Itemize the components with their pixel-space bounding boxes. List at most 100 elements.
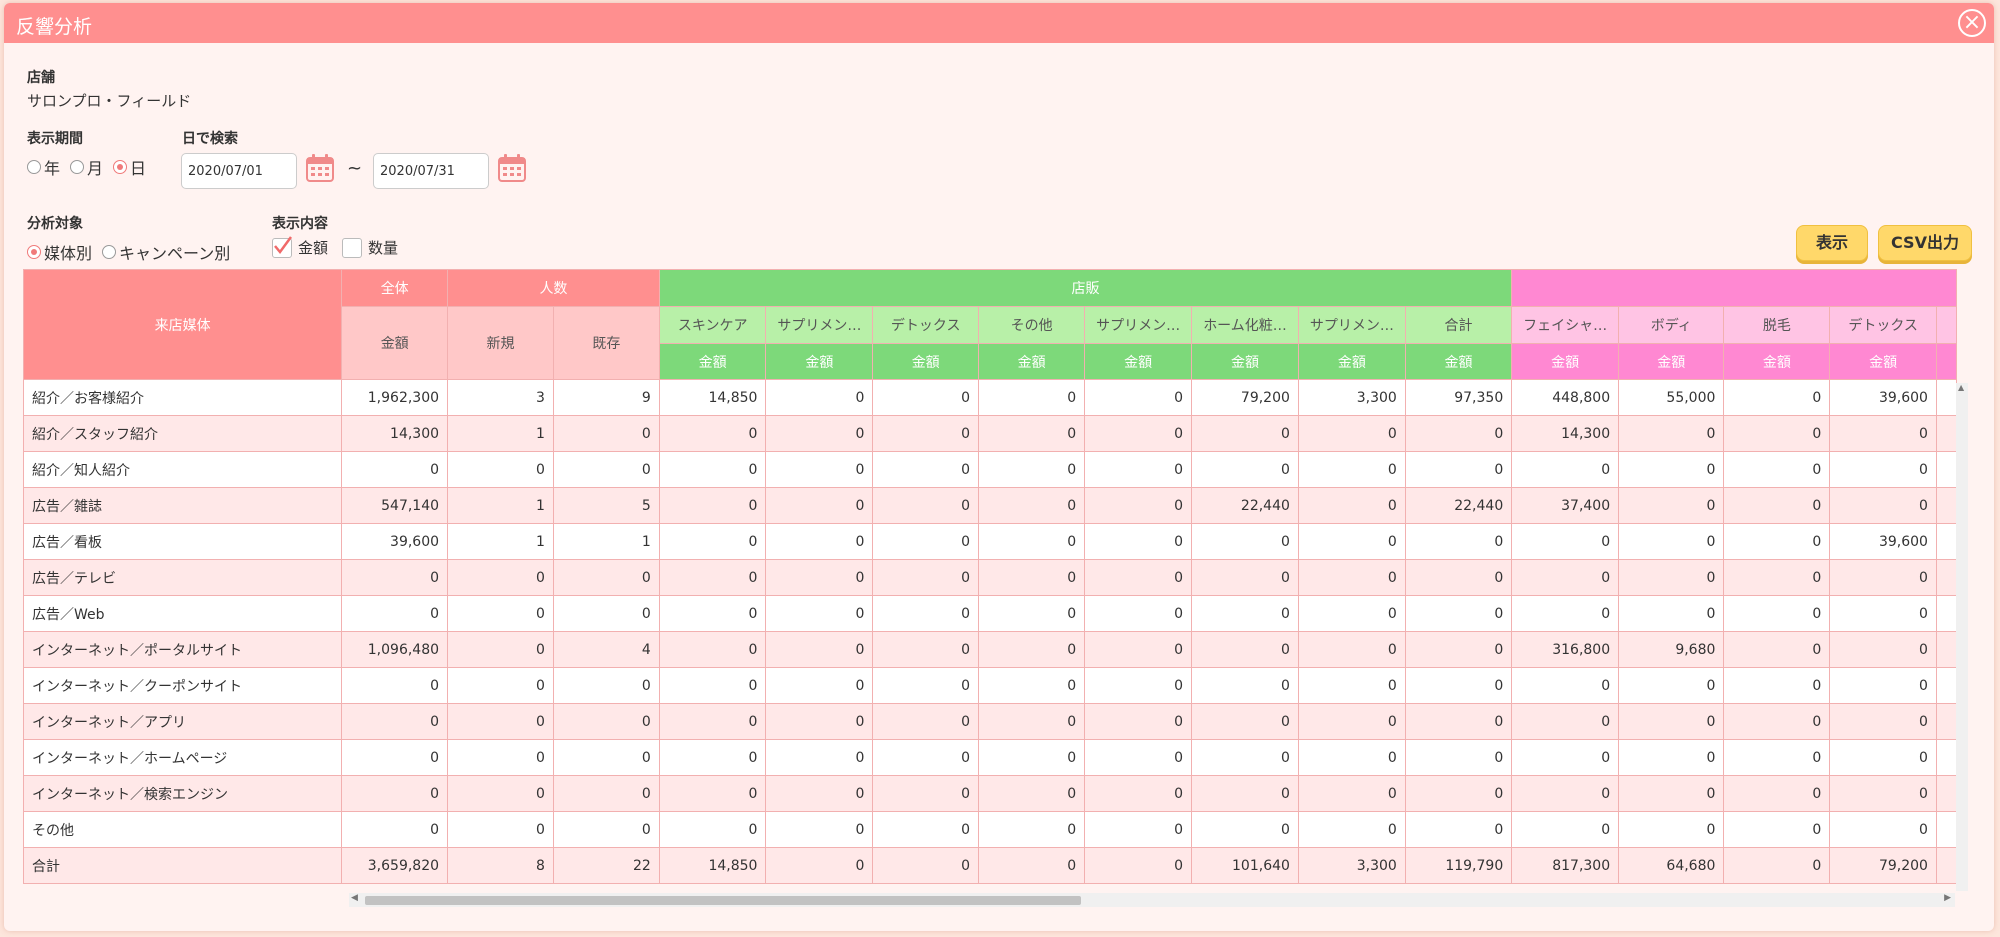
scroll-right-icon[interactable]: ▶ [1944, 893, 1951, 903]
table-cell: 0 [765, 703, 874, 740]
row-media-name: インターネット／アプリ [23, 703, 343, 740]
horizontal-scrollbar-thumb[interactable] [365, 896, 1081, 905]
table-cell: 3,659,820 [341, 847, 449, 884]
period-radio-day[interactable]: 日 [113, 155, 146, 179]
table-cell: 0 [1829, 415, 1937, 452]
scroll-left-icon[interactable]: ◀ [351, 893, 358, 903]
table-cell: 0 [1084, 595, 1193, 632]
close-icon[interactable]: × [1958, 9, 1986, 37]
table-row: インターネット／ポータルサイト 1,096,480 0 4 0 0 0 0 0 0 0 0 316,80… [23, 631, 1957, 668]
checkbox-amount[interactable]: 金額 [272, 235, 328, 258]
col-header-store-total: 合計 [1404, 306, 1513, 344]
table-cell: 0 [765, 775, 874, 812]
table-cell: 9,680 [1618, 631, 1725, 668]
scroll-up-icon[interactable]: ▲ [1958, 383, 1964, 392]
table-cell: 0 [341, 667, 449, 704]
table-row: インターネット／クーポンサイト 0 0 0 0 0 0 0 0 0 0 0 0 0 0 0 [23, 667, 1957, 704]
table-cell: 0 [872, 739, 980, 776]
show-button[interactable]: 表示 [1796, 225, 1868, 261]
row-media-name: その他 [23, 811, 343, 848]
table-cell: 0 [978, 523, 1086, 560]
table-cell: 0 [1084, 775, 1193, 812]
table-cell: 0 [1511, 451, 1620, 488]
table-cell: 0 [872, 523, 980, 560]
table-cell-partial [1935, 415, 1957, 452]
table-cell: 14,300 [1511, 415, 1620, 452]
csv-export-button[interactable]: CSV出力 [1878, 225, 1972, 261]
table-cell: 0 [1723, 451, 1831, 488]
radio-icon[interactable] [27, 160, 41, 174]
table-cell: 0 [447, 631, 554, 668]
radio-icon[interactable] [70, 160, 85, 174]
period-radio-month[interactable]: 月 [70, 155, 103, 179]
table-cell: 0 [1297, 739, 1406, 776]
table-cell: 0 [978, 487, 1086, 524]
checkbox-checked-icon[interactable] [272, 235, 293, 258]
table-cell: 0 [1191, 703, 1299, 740]
calendar-icon[interactable] [497, 153, 527, 183]
table-cell: 0 [765, 739, 874, 776]
table-cell: 0 [1618, 451, 1725, 488]
table-cell: 0 [1723, 667, 1831, 704]
table-cell: 0 [658, 811, 767, 848]
table-cell-partial [1935, 739, 1957, 776]
table-cell: 0 [447, 595, 554, 632]
table-row: その他 0 0 0 0 0 0 0 0 0 0 0 0 0 0 0 [23, 811, 1957, 848]
table-cell: 0 [1511, 739, 1620, 776]
period-label: 表示期間 [27, 131, 83, 147]
display-content-checkbox-group: 金額 数量 [272, 235, 412, 258]
table-cell: 0 [1618, 775, 1725, 812]
table-cell: 0 [978, 595, 1086, 632]
table-cell: 97,350 [1404, 379, 1513, 416]
row-header-media: 来店媒体 [23, 269, 343, 380]
target-radio-campaign[interactable]: キャンペーン別 [102, 240, 230, 264]
table-cell: 0 [1829, 451, 1937, 488]
table-cell: 8 [447, 847, 554, 884]
table-cell: 0 [978, 847, 1086, 884]
table-cell: 0 [658, 775, 767, 812]
vertical-scrollbar[interactable]: ▲ [1956, 383, 1968, 891]
date-from-input[interactable] [181, 153, 297, 189]
table-cell: 0 [552, 739, 660, 776]
table-cell: 0 [1297, 631, 1406, 668]
col-header-store: サプリメン… [1297, 306, 1406, 344]
table-cell: 0 [1829, 703, 1937, 740]
table-cell: 0 [1297, 595, 1406, 632]
period-radio-group: 年 月 日 [27, 155, 156, 179]
col-sub-amount: 金額 [978, 343, 1086, 380]
period-radio-year[interactable]: 年 [27, 155, 60, 179]
group-header-total: 全体 [341, 269, 449, 307]
table-cell: 0 [1084, 631, 1193, 668]
table-cell: 0 [872, 595, 980, 632]
horizontal-scrollbar[interactable]: ◀ ▶ [349, 893, 1955, 907]
table-cell: 0 [1404, 631, 1513, 668]
table-cell: 0 [341, 775, 449, 812]
table-cell: 0 [872, 415, 980, 452]
table-cell: 0 [658, 595, 767, 632]
table-cell: 3,300 [1297, 379, 1406, 416]
checkbox-quantity[interactable]: 数量 [342, 237, 398, 258]
table-cell: 0 [1829, 559, 1937, 596]
table-cell-partial [1935, 775, 1957, 812]
table-cell: 0 [658, 703, 767, 740]
store-label: 店舗 [27, 70, 55, 86]
table-cell: 0 [447, 667, 554, 704]
calendar-icon[interactable] [305, 153, 335, 183]
radio-icon[interactable] [102, 245, 117, 259]
checkbox-icon[interactable] [342, 237, 363, 258]
table-cell-partial [1935, 595, 1957, 632]
table-cell: 0 [872, 811, 980, 848]
col-header-store: ホーム化粧… [1191, 306, 1299, 344]
table-cell: 0 [1297, 667, 1406, 704]
table-cell: 0 [1511, 811, 1620, 848]
table-cell: 0 [447, 811, 554, 848]
date-to-input[interactable] [373, 153, 489, 189]
table-cell: 1 [447, 523, 554, 560]
target-radio-group: 媒体別 キャンペーン別 [27, 240, 240, 264]
radio-checked-icon[interactable] [113, 160, 128, 174]
row-media-name: 紹介／お客様紹介 [23, 379, 343, 416]
radio-checked-icon[interactable] [27, 245, 41, 259]
target-radio-media[interactable]: 媒体別 [27, 240, 92, 264]
col-sub-amount: 金額 [765, 343, 874, 380]
table-cell: 0 [1404, 775, 1513, 812]
